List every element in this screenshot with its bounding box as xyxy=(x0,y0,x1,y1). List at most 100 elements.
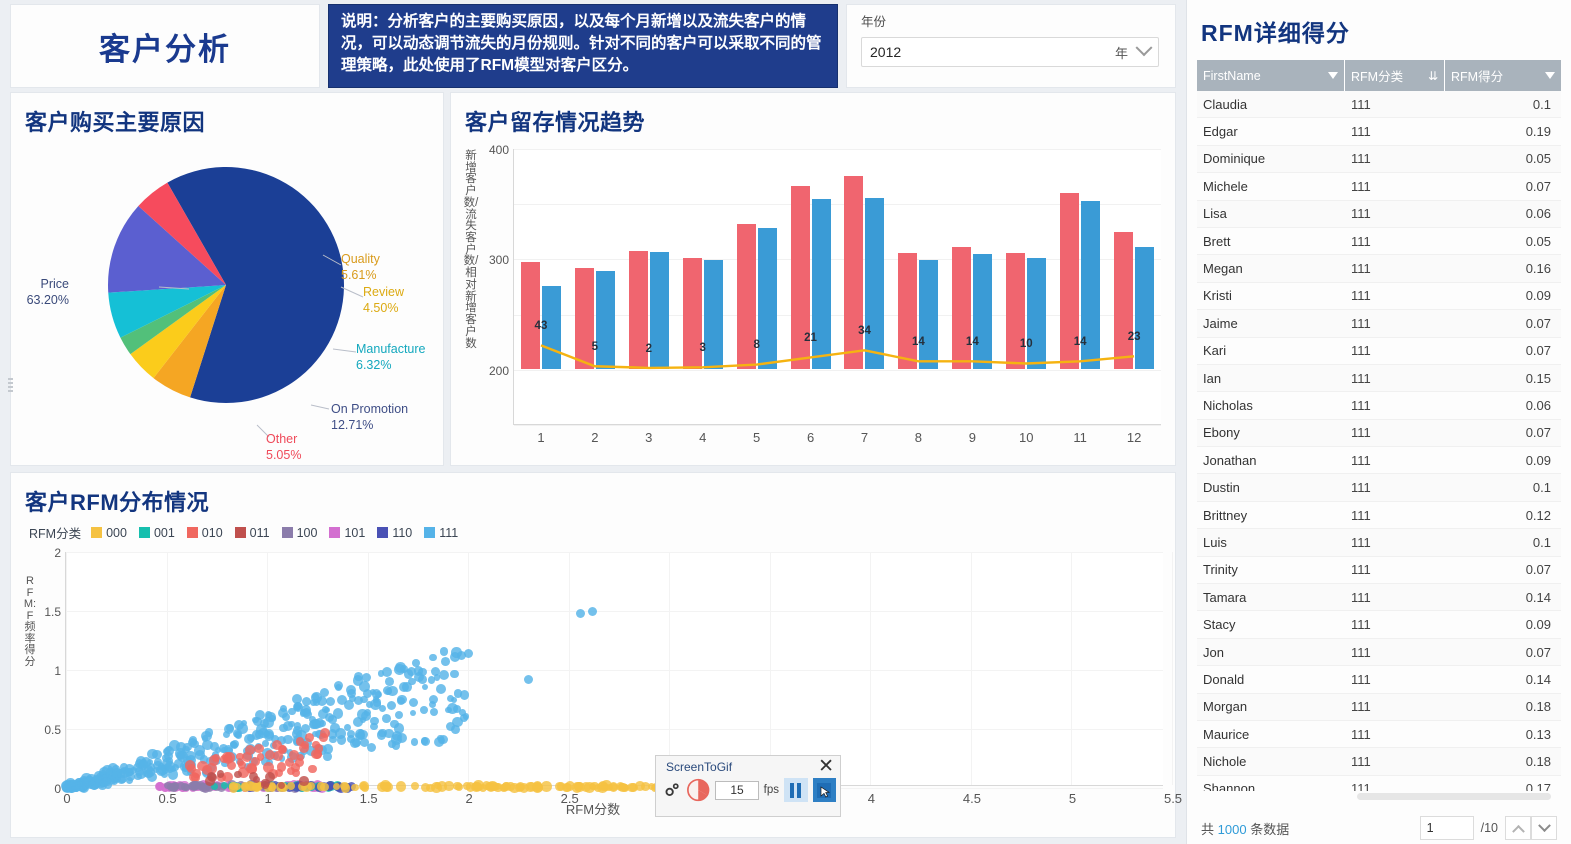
legend-item-000[interactable]: 000 xyxy=(91,526,127,540)
cell-rfm-category: 111 xyxy=(1351,288,1371,304)
legend-label: 110 xyxy=(392,525,413,540)
legend-swatch xyxy=(186,527,198,538)
column-header-rfm-category[interactable]: RFM分类 ⇊ xyxy=(1345,60,1445,91)
pause-button[interactable] xyxy=(784,778,808,802)
table-row[interactable]: Lisa 111 0.06 xyxy=(1197,200,1561,228)
bar-new-customers[interactable] xyxy=(844,175,864,369)
pie-label-percent: 6.32% xyxy=(356,357,392,372)
table-row[interactable]: Dustin 111 0.1 xyxy=(1197,474,1561,502)
bar-new-customers[interactable] xyxy=(1114,231,1134,369)
bar-group-month-7[interactable]: 7 34 xyxy=(838,149,892,445)
bar-group-month-11[interactable]: 11 14 xyxy=(1053,149,1107,445)
table-pager: 共 1000 条数据 1 /10 xyxy=(1187,816,1571,840)
table-row[interactable]: Stacy 111 0.09 xyxy=(1197,611,1561,639)
bar-group-month-6[interactable]: 6 21 xyxy=(784,149,838,445)
legend-item-001[interactable]: 001 xyxy=(138,526,175,540)
bar-group-month-9[interactable]: 9 14 xyxy=(945,149,999,445)
page-down-button[interactable] xyxy=(1531,816,1557,840)
bar-lost-customers[interactable] xyxy=(973,254,993,369)
scatter-point xyxy=(640,781,650,791)
bar-data-label: 14 xyxy=(965,336,979,349)
legend-item-011[interactable]: 011 xyxy=(234,526,270,540)
bar-group-month-8[interactable]: 8 14 xyxy=(891,149,945,445)
table-row[interactable]: Jonathan 111 0.09 xyxy=(1197,447,1561,475)
table-row[interactable]: Kari 111 0.07 xyxy=(1197,338,1561,365)
column-header-rfm-score[interactable]: RFM得分 xyxy=(1445,60,1561,91)
bar-lost-customers[interactable] xyxy=(865,197,885,369)
table-row[interactable]: Luis 111 0.1 xyxy=(1197,529,1561,557)
table-row[interactable]: Edgar 111 0.19 xyxy=(1197,118,1561,146)
bar-new-customers[interactable] xyxy=(898,252,918,369)
table-row[interactable]: Nicholas 111 0.06 xyxy=(1197,392,1561,420)
legend-item-100[interactable]: 100 xyxy=(281,526,317,540)
table-row[interactable]: Shannon 111 0.17 xyxy=(1197,776,1561,791)
fps-input[interactable]: 15 xyxy=(715,780,759,800)
bar-lost-customers[interactable] xyxy=(703,260,723,369)
filter-icon[interactable] xyxy=(1545,72,1555,79)
table-row[interactable]: Morgan 111 0.18 xyxy=(1197,693,1561,721)
cell-firstname: Luis xyxy=(1203,534,1227,550)
bar-lost-customers[interactable] xyxy=(649,251,669,369)
bar-new-customers[interactable] xyxy=(574,268,594,369)
table-row[interactable]: Brittney 111 0.12 xyxy=(1197,502,1561,530)
column-header-firstname[interactable]: FirstName xyxy=(1197,60,1345,91)
sort-descending-icon[interactable]: ⇊ xyxy=(1428,69,1438,83)
bar-group-month-2[interactable]: 25 xyxy=(568,149,622,445)
scatter-point xyxy=(524,674,533,684)
cell-rfm-category: 111 xyxy=(1351,178,1371,194)
close-icon[interactable]: ✕ xyxy=(818,757,834,776)
bar-lost-customers[interactable] xyxy=(1135,246,1155,369)
record-progress-icon[interactable] xyxy=(686,777,710,803)
bar-group-month-10[interactable]: 10 10 xyxy=(999,149,1053,445)
bar-lost-customers[interactable] xyxy=(1027,258,1047,369)
bar-group-month-4[interactable]: 43 xyxy=(676,149,730,445)
legend-item-101[interactable]: 101 xyxy=(329,526,365,540)
page-number-input[interactable]: 1 xyxy=(1419,816,1474,840)
gear-icon[interactable] xyxy=(664,781,681,799)
cell-rfm-category: 111 xyxy=(1351,206,1371,222)
table-row[interactable]: Trinity 111 0.07 xyxy=(1197,557,1561,585)
table-row[interactable]: Kristi 111 0.09 xyxy=(1197,283,1561,311)
year-select[interactable]: 2012 年 xyxy=(861,37,1159,67)
table-row[interactable]: Tamara 111 0.14 xyxy=(1197,584,1561,612)
screentogif-widget[interactable]: ScreenToGif ✕ 15 fps xyxy=(655,755,841,817)
scatter-gridline-v: 3.5 xyxy=(762,552,780,806)
legend-item-111[interactable]: 111 xyxy=(424,526,458,540)
horizontal-scrollbar[interactable] xyxy=(1357,793,1551,800)
table-row[interactable]: Nichole 111 0.18 xyxy=(1197,748,1561,776)
bar-lost-customers[interactable] xyxy=(595,271,615,369)
bar-group-month-3[interactable]: 32 xyxy=(622,149,676,445)
scatter-point xyxy=(279,724,288,733)
table-row[interactable]: Donald 111 0.14 xyxy=(1197,666,1561,694)
bar-group-month-1[interactable]: 1 43 xyxy=(514,149,568,445)
table-row[interactable]: Michele 111 0.07 xyxy=(1197,173,1561,201)
stop-button[interactable] xyxy=(812,778,836,802)
scatter-gridline-v: 2 xyxy=(466,552,473,806)
cell-firstname: Jon xyxy=(1203,644,1224,660)
bar-group-month-5[interactable]: 58 xyxy=(730,149,784,445)
table-row[interactable]: Jon 111 0.07 xyxy=(1197,638,1561,667)
bar-lost-customers[interactable] xyxy=(919,260,939,369)
panel-resize-grip[interactable] xyxy=(8,378,13,396)
table-row[interactable]: Ian 111 0.15 xyxy=(1197,364,1561,393)
scatter-point xyxy=(381,666,393,678)
table-row[interactable]: Dominique 111 0.05 xyxy=(1197,145,1561,174)
screentogif-controls: 15 fps xyxy=(656,774,840,803)
bar-new-customers[interactable] xyxy=(952,247,972,369)
table-row[interactable]: Ebony 111 0.07 xyxy=(1197,419,1561,448)
table-row[interactable]: Megan 111 0.16 xyxy=(1197,255,1561,283)
bar-new-customers[interactable] xyxy=(520,262,540,369)
table-row[interactable]: Claudia 111 0.1 xyxy=(1197,91,1561,119)
legend-item-010[interactable]: 010 xyxy=(186,526,223,540)
legend-item-110[interactable]: 110 xyxy=(377,526,412,540)
scatter-y-tick: 1.5 xyxy=(44,605,61,619)
bar-new-customers[interactable] xyxy=(1006,252,1026,369)
table-row[interactable]: Maurice 111 0.13 xyxy=(1197,721,1561,749)
table-row[interactable]: Jaime 111 0.07 xyxy=(1197,310,1561,338)
bar-group-month-12[interactable]: 12 23 xyxy=(1107,149,1161,445)
filter-icon[interactable] xyxy=(1328,72,1338,79)
bar-lost-customers[interactable] xyxy=(757,228,777,369)
page-up-button[interactable] xyxy=(1505,816,1531,840)
pie-chart-title: 客户购买主要原因 xyxy=(25,110,206,135)
table-row[interactable]: Brett 111 0.05 xyxy=(1197,228,1561,256)
